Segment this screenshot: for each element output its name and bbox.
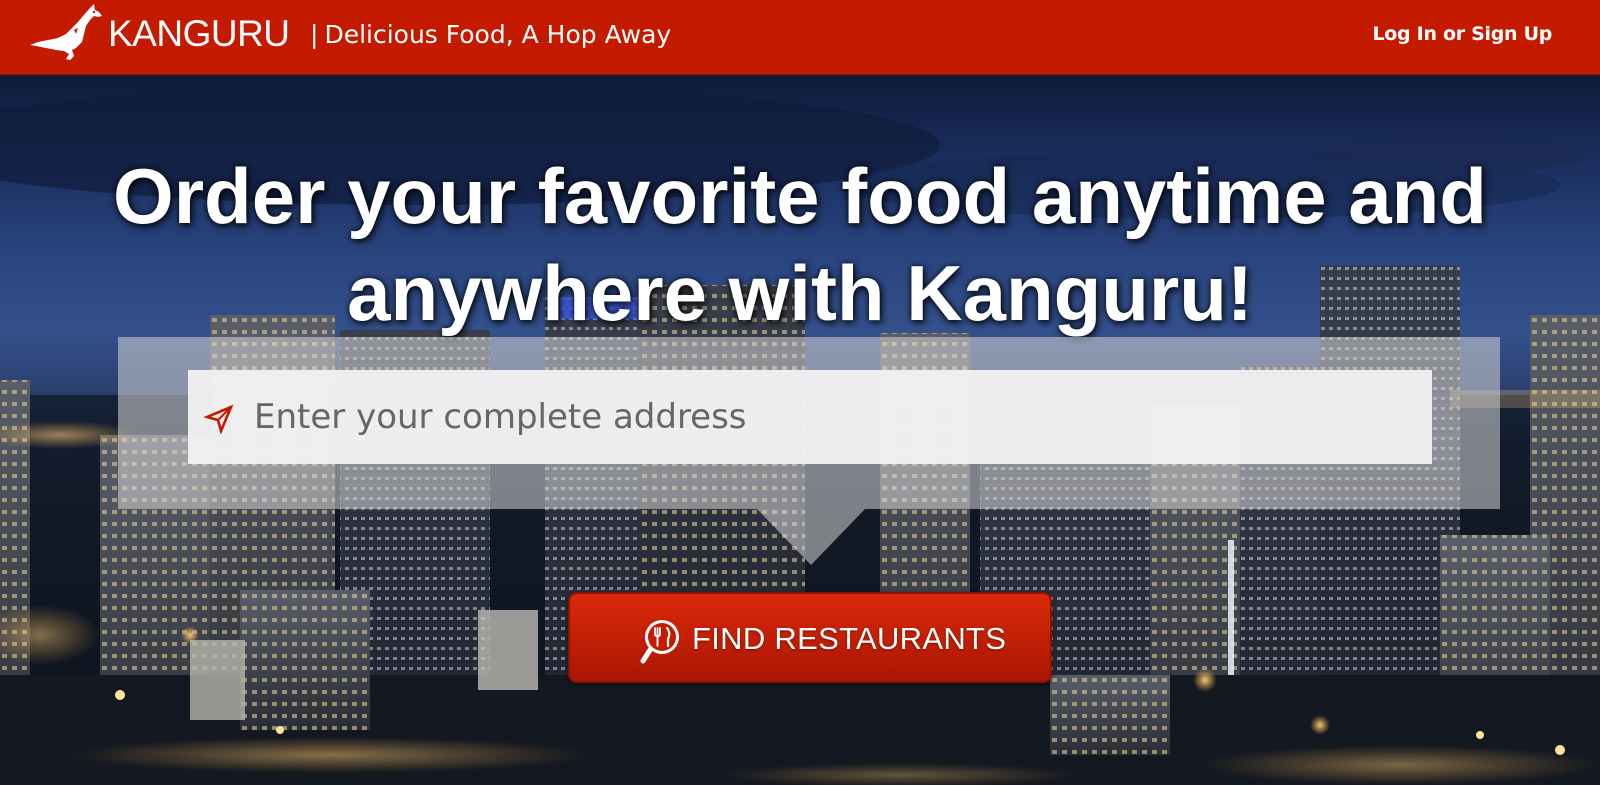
login-signup-link[interactable]: Log In or Sign Up (1373, 21, 1553, 47)
top-header: KANGURU | Delicious Food, A Hop Away Log … (0, 0, 1600, 75)
headline-line-2: anywhere with Kanguru! (347, 249, 1253, 337)
find-restaurants-button[interactable]: FIND RESTAURANTS (568, 592, 1052, 683)
find-restaurants-label: FIND RESTAURANTS (692, 621, 1007, 656)
location-arrow-icon[interactable] (204, 404, 234, 434)
brand-name[interactable]: KANGURU (108, 13, 290, 55)
search-pointer-arrow (757, 509, 865, 565)
headline-line-1: Order your favorite food anytime and (113, 152, 1487, 240)
kangaroo-logo-icon[interactable] (28, 4, 106, 64)
address-search-panel (118, 337, 1500, 509)
tagline: | Delicious Food, A Hop Away (310, 19, 671, 51)
address-input[interactable] (254, 370, 1414, 464)
tagline-separator: | (310, 20, 319, 49)
address-field[interactable] (188, 370, 1432, 464)
tagline-text: Delicious Food, A Hop Away (324, 20, 672, 49)
hero-headline: Order your favorite food anytime and any… (0, 148, 1600, 342)
magnifier-fork-knife-icon (640, 620, 679, 664)
